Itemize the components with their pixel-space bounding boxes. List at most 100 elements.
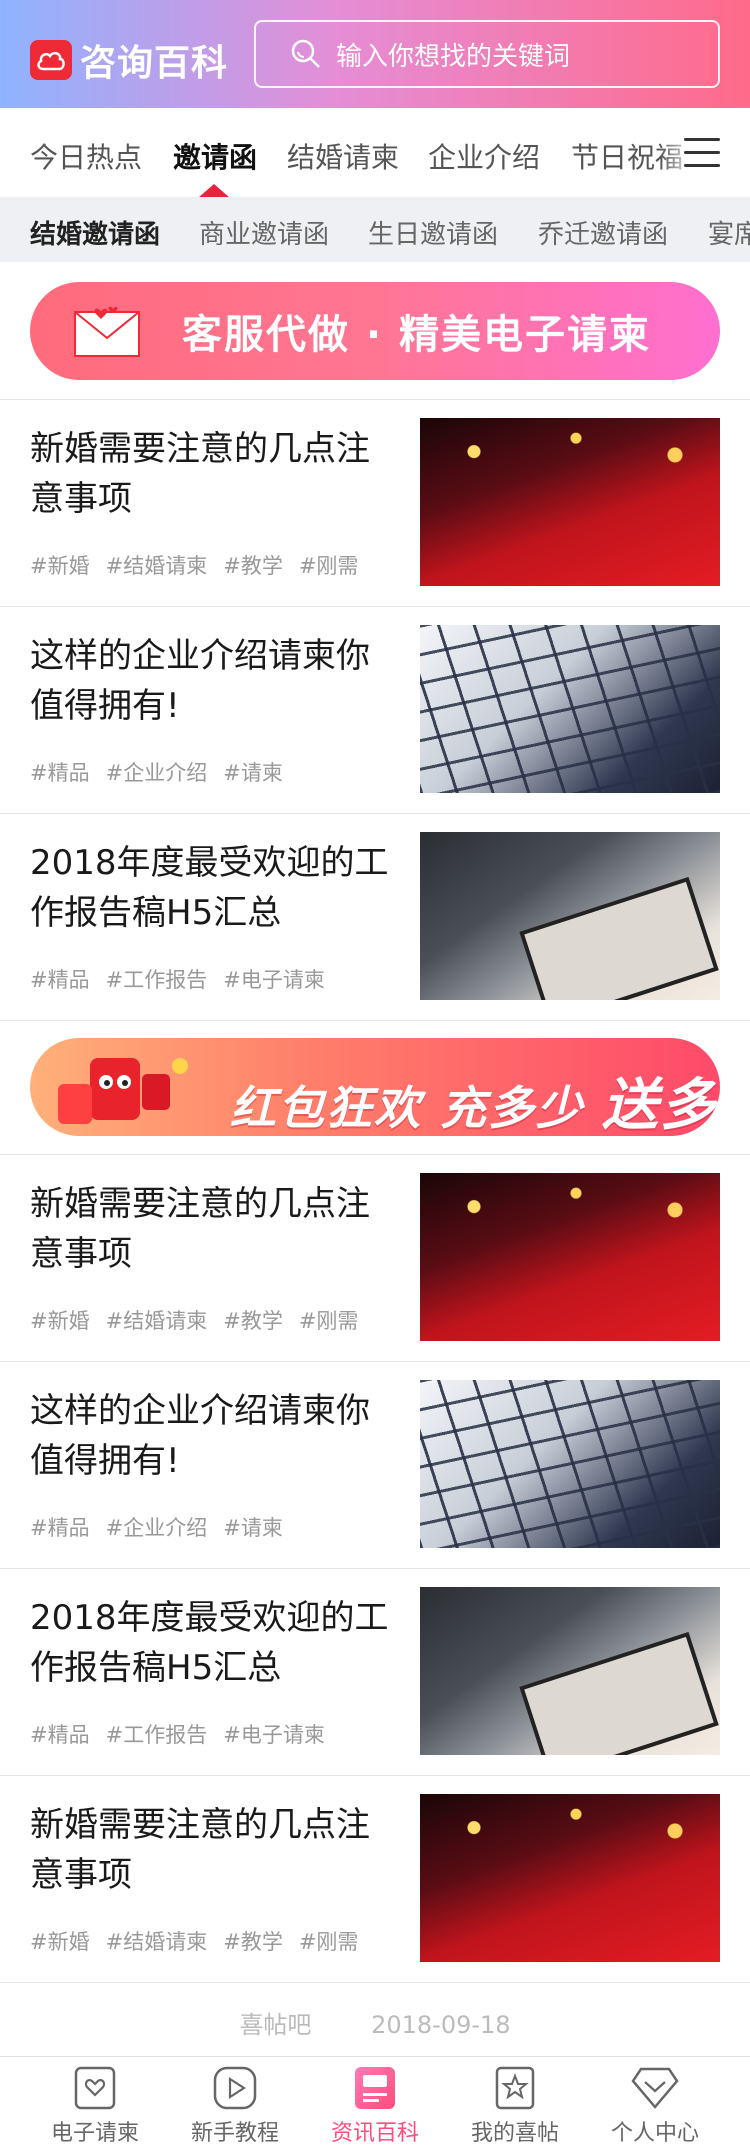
subtab-birthday[interactable]: 生日邀请函 (368, 214, 498, 251)
subcategory-tabs: 结婚邀请函 商业邀请函 生日邀请函 乔迁邀请函 宴席邀请函 (0, 198, 750, 262)
search-input[interactable]: 输入你想找的关键词 (336, 36, 570, 73)
tab-invitation[interactable]: 邀请函 (173, 136, 257, 176)
tag[interactable]: #工作报告 (106, 968, 208, 992)
red-envelope-mascot-icon (58, 1058, 188, 1124)
article-tags: #新婚 #结婚请柬 #教学 #刚需 (30, 1305, 374, 1335)
article-item[interactable]: 这样的企业介绍请柬你值得拥有! #精品 #企业介绍 #请柬 (0, 1361, 750, 1568)
nav-label: 我的喜帖 (470, 2121, 559, 2146)
article-item[interactable]: 这样的企业介绍请柬你值得拥有! #精品 #企业介绍 #请柬 (0, 606, 750, 813)
tag[interactable]: #电子请柬 (223, 968, 325, 992)
article-item[interactable]: 2018年度最受欢迎的工作报告稿H5汇总 #精品 #工作报告 #电子请柬 (0, 813, 750, 1020)
nav-item-invitation[interactable]: 电子请柬 (20, 2065, 170, 2147)
tag[interactable]: #刚需 (299, 1930, 359, 1954)
subtab-business[interactable]: 商业邀请函 (199, 214, 329, 251)
tag[interactable]: #工作报告 (106, 1723, 208, 1747)
article-item[interactable]: 2018年度最受欢迎的工作报告稿H5汇总 #精品 #工作报告 #电子请柬 (0, 1568, 750, 1775)
wedding-photo[interactable] (420, 418, 720, 586)
banner-slogan-part: 红包狂欢 (230, 1081, 422, 1135)
bottom-nav: 电子请柬 新手教程 资讯百科 我的喜帖 个人中心 (0, 2056, 750, 2154)
red-packet-banner[interactable]: 红包狂欢 充多少 送多少 (30, 1038, 720, 1136)
tag[interactable]: #请柬 (223, 1516, 283, 1540)
article-tags: #新婚 #结婚请柬 #教学 #刚需 (30, 550, 374, 580)
menu-icon[interactable] (684, 138, 720, 168)
nav-label: 新手教程 (190, 2121, 279, 2146)
tag[interactable]: #新婚 (30, 1309, 90, 1333)
invitation-icon (71, 2065, 119, 2111)
tag[interactable]: #精品 (30, 1723, 90, 1747)
article-item[interactable]: 新婚需要注意的几点注意事项 #新婚 #结婚请柬 #教学 #刚需 (0, 1154, 750, 1361)
wedding-photo[interactable] (420, 1173, 720, 1341)
tag[interactable]: #企业介绍 (106, 1516, 208, 1540)
tag[interactable]: #企业介绍 (106, 761, 208, 785)
tag[interactable]: #精品 (30, 1516, 90, 1540)
tag[interactable]: #刚需 (299, 554, 359, 578)
tag[interactable]: #新婚 (30, 1930, 90, 1954)
app-header: 咨询百科 输入你想找的关键词 (0, 0, 750, 108)
footer-date: 2018-09-18 (371, 2011, 511, 2039)
tag[interactable]: #精品 (30, 761, 90, 785)
nav-item-my-invitations[interactable]: 我的喜帖 (440, 2065, 590, 2147)
article-tags: #精品 #工作报告 #电子请柬 (30, 1719, 341, 1749)
tag[interactable]: #教学 (223, 554, 283, 578)
article-title: 2018年度最受欢迎的工作报告稿H5汇总 (30, 1598, 389, 1688)
envelope-icon (74, 306, 140, 357)
footer-info: 喜帖吧 2018-09-18 (0, 1982, 750, 2056)
active-tab-indicator (198, 184, 230, 197)
banner-slogan-part: 充多少 (440, 1081, 585, 1135)
nav-label: 电子请柬 (50, 2121, 139, 2146)
search-icon (291, 39, 320, 68)
nav-item-news[interactable]: 资讯百科 (300, 2065, 450, 2147)
news-icon (351, 2065, 399, 2111)
tab-hot-today[interactable]: 今日热点 (30, 136, 142, 176)
tag[interactable]: #结婚请柬 (106, 554, 208, 578)
building-photo[interactable] (420, 1380, 720, 1548)
footer-site: 喜帖吧 (239, 2011, 312, 2039)
tag[interactable]: #教学 (223, 1309, 283, 1333)
tablet-photo[interactable] (420, 1587, 720, 1755)
article-title: 2018年度最受欢迎的工作报告稿H5汇总 (30, 843, 389, 933)
banner-text: 客服代做 · 精美电子请柬 (182, 312, 652, 358)
tag[interactable]: #精品 (30, 968, 90, 992)
nav-item-tutorial[interactable]: 新手教程 (160, 2065, 310, 2147)
article-tags: #精品 #企业介绍 #请柬 (30, 1512, 299, 1542)
app-name: 咨询百科 (80, 43, 229, 84)
tag[interactable]: #请柬 (223, 761, 283, 785)
nav-label: 资讯百科 (330, 2121, 419, 2146)
tag[interactable]: #教学 (223, 1930, 283, 1954)
category-tabs: 今日热点 邀请函 结婚请柬 企业介绍 节日祝福 (0, 108, 750, 198)
user-diamond-icon (631, 2065, 679, 2111)
article-tags: #新婚 #结婚请柬 #教学 #刚需 (30, 1926, 374, 1956)
article-title: 新婚需要注意的几点注意事项 (30, 1805, 370, 1895)
tag[interactable]: #新婚 (30, 554, 90, 578)
article-item[interactable]: 新婚需要注意的几点注意事项 #新婚 #结婚请柬 #教学 #刚需 (0, 399, 750, 606)
article-tags: #精品 #工作报告 #电子请柬 (30, 964, 341, 994)
building-photo[interactable] (420, 625, 720, 793)
article-title: 这样的企业介绍请柬你值得拥有! (30, 636, 370, 726)
subtab-wedding[interactable]: 结婚邀请函 (30, 214, 160, 251)
play-icon (211, 2065, 259, 2111)
tag[interactable]: #结婚请柬 (106, 1309, 208, 1333)
article-title: 这样的企业介绍请柬你值得拥有! (30, 1391, 370, 1481)
article-title: 新婚需要注意的几点注意事项 (30, 1184, 370, 1274)
divider (0, 1020, 750, 1021)
custom-service-banner[interactable]: 客服代做 · 精美电子请柬 (30, 282, 720, 380)
star-card-icon (491, 2065, 539, 2111)
tablet-photo[interactable] (420, 832, 720, 1000)
search-box[interactable]: 输入你想找的关键词 (254, 20, 720, 88)
wedding-photo[interactable] (420, 1794, 720, 1962)
article-tags: #精品 #企业介绍 #请柬 (30, 757, 299, 787)
nav-item-profile[interactable]: 个人中心 (580, 2065, 730, 2147)
subtab-housewarming[interactable]: 乔迁邀请函 (538, 214, 668, 251)
nav-label: 个人中心 (610, 2121, 699, 2146)
tag[interactable]: #结婚请柬 (106, 1930, 208, 1954)
tab-wedding-invite[interactable]: 结婚请柬 (287, 136, 399, 176)
article-item[interactable]: 新婚需要注意的几点注意事项 #新婚 #结婚请柬 #教学 #刚需 (0, 1775, 750, 1982)
app-logo[interactable]: 咨询百科 (30, 34, 228, 86)
tag[interactable]: #电子请柬 (223, 1723, 325, 1747)
tab-company-intro[interactable]: 企业介绍 (428, 136, 540, 176)
article-title: 新婚需要注意的几点注意事项 (30, 429, 370, 519)
subtab-banquet[interactable]: 宴席邀请函 (708, 214, 750, 251)
cloud-icon (30, 40, 72, 80)
tag[interactable]: #刚需 (299, 1309, 359, 1333)
banner-slogan: 红包狂欢 充多少 送多少 (230, 1060, 720, 1136)
